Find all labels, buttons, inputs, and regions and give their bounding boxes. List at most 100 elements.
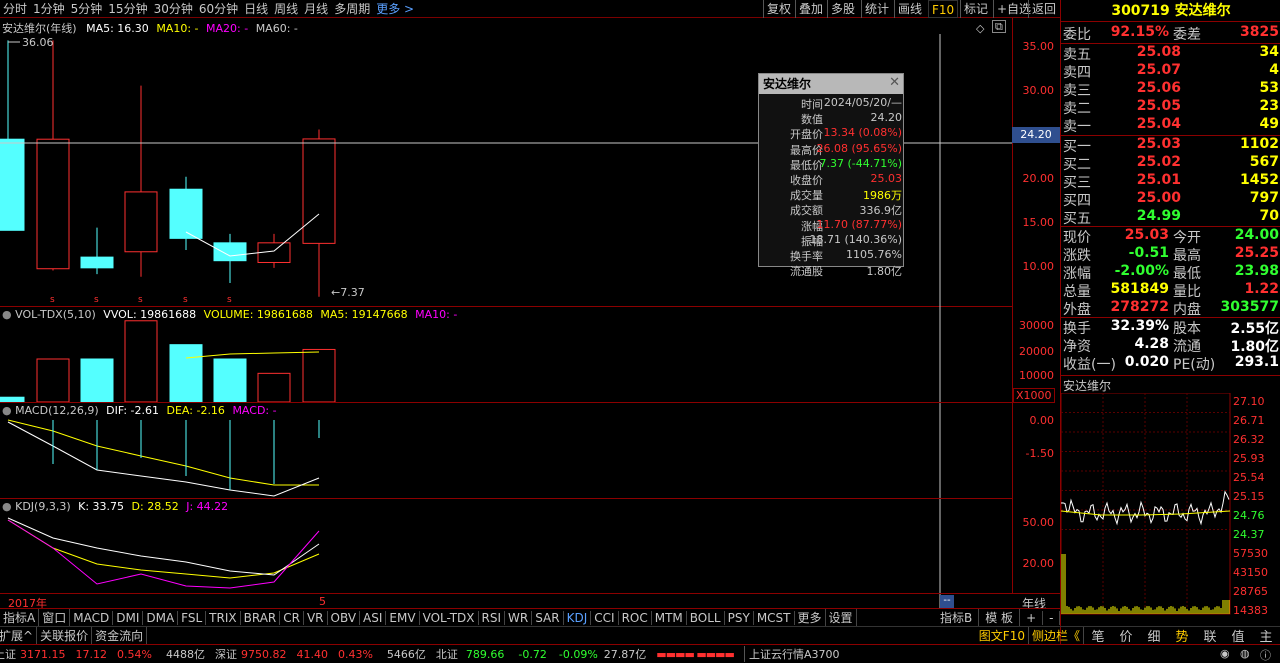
bottom-tab-2[interactable]: 资金流向 <box>92 627 148 644</box>
period-3[interactable]: 15分钟 <box>108 0 147 17</box>
stat-label: 净资 <box>1063 339 1091 355</box>
indicator-tab-23[interactable]: MCST <box>754 610 795 625</box>
settings-dot-icon[interactable]: ● <box>2 500 12 513</box>
d-value: D: 28.52 <box>131 500 179 513</box>
side-tab-1[interactable]: 价 <box>1112 626 1140 645</box>
ask-row[interactable]: 卖三 25.06 53 <box>1061 80 1280 99</box>
indicator-tab-25[interactable]: 设置 <box>826 609 857 626</box>
bottom-tab-0[interactable]: 扩展^ <box>0 627 38 644</box>
indicator-tab-11[interactable]: ASI <box>360 610 387 625</box>
sound-icon[interactable]: ◉ <box>1220 647 1230 660</box>
indicator-tab-9[interactable]: VR <box>304 610 328 625</box>
settings-dot-icon[interactable]: ● <box>2 308 12 321</box>
macd-panel[interactable]: ● MACD(12,26,9) DIF: -2.61 DEA: -2.16 MA… <box>0 403 1012 499</box>
top-button-5[interactable]: F10 <box>928 0 959 18</box>
indicator-tab-19[interactable]: ROC <box>619 610 652 625</box>
macd-title: MACD(12,26,9) <box>15 404 99 417</box>
indicator-tab-16[interactable]: SAR <box>532 610 564 625</box>
period-7[interactable]: 周线 <box>274 0 298 17</box>
stat-label: 收益(一) <box>1063 357 1116 373</box>
indicator-tab-10[interactable]: OBV <box>328 610 361 625</box>
indicator-tab-3[interactable]: DMI <box>113 610 144 625</box>
settings-dot-icon[interactable]: ● <box>2 404 12 417</box>
period-8[interactable]: 月线 <box>304 0 328 17</box>
tooltip-value: 1.80亿 <box>866 265 903 279</box>
top-button-2[interactable]: 多股 <box>827 0 858 18</box>
indicator-tab-12[interactable]: EMV <box>386 610 420 625</box>
top-button-1[interactable]: 叠加 <box>795 0 826 18</box>
side-tab-6[interactable]: 主 <box>1252 626 1280 645</box>
ask-row[interactable]: 卖一 25.04 49 <box>1061 116 1280 135</box>
indicator-tool-1[interactable]: 模 板 <box>979 609 1021 626</box>
ask-label: 卖一 <box>1063 119 1091 135</box>
period-0[interactable]: 分时 <box>3 0 27 17</box>
price-axis: 35.0030.0025.0020.0015.0010.00 <box>1012 18 1060 307</box>
period-9[interactable]: 多周期 <box>334 0 370 17</box>
top-button-4[interactable]: 画线 <box>894 0 925 18</box>
indicator-tab-17[interactable]: KDJ <box>564 610 592 625</box>
indicator-tab-8[interactable]: CR <box>280 610 304 625</box>
f10-graphic-button[interactable]: 图文F10 <box>976 627 1029 644</box>
indicator-tab-13[interactable]: VOL-TDX <box>420 610 479 625</box>
side-tab-0[interactable]: 笔 <box>1084 626 1112 645</box>
indicator-tab-15[interactable]: WR <box>505 610 533 625</box>
sz-label: 深证 <box>214 648 237 661</box>
ask-row[interactable]: 卖四 25.07 4 <box>1061 62 1280 81</box>
period-4[interactable]: 30分钟 <box>154 0 193 17</box>
indicator-tab-6[interactable]: TRIX <box>206 610 241 625</box>
ask-row[interactable]: 卖五 25.08 34 <box>1061 44 1280 63</box>
period-10[interactable]: 更多 > <box>376 0 414 17</box>
indicator-tab-20[interactable]: MTM <box>652 610 687 625</box>
ask-label: 卖四 <box>1063 65 1091 81</box>
close-icon[interactable]: ✕ <box>889 75 900 90</box>
indicator-tab-14[interactable]: RSI <box>479 610 506 625</box>
top-button-3[interactable]: 统计 <box>861 0 892 18</box>
top-button-0[interactable]: 复权 <box>763 0 794 18</box>
bid-price: 25.01 <box>1136 172 1181 188</box>
indicator-tab-5[interactable]: FSL <box>178 610 207 625</box>
period-5[interactable]: 60分钟 <box>199 0 238 17</box>
ask-row[interactable]: 卖二 25.05 23 <box>1061 98 1280 117</box>
tooltip-key: 时间 <box>801 98 823 111</box>
period-2[interactable]: 5分钟 <box>71 0 103 17</box>
period-1[interactable]: 1分钟 <box>33 0 65 17</box>
network-icon[interactable]: ◍ <box>1240 647 1250 660</box>
indicator-tab-2[interactable]: MACD <box>70 610 114 625</box>
indicator-right-tools: 指标B 模 板 + - <box>934 609 1061 626</box>
kdj-legend: ● KDJ(9,3,3) K: 33.75 D: 28.52 J: 44.22 <box>2 500 228 513</box>
tooltip-value: 1105.76% <box>846 248 902 261</box>
indicator-tab-22[interactable]: PSY <box>725 610 754 625</box>
volume-panel[interactable]: ● VOL-TDX(5,10) VVOL: 19861688 VOLUME: 1… <box>0 307 1012 403</box>
indicator-tab-7[interactable]: BRAR <box>241 610 281 625</box>
bid-row[interactable]: 买五 24.99 70 <box>1061 208 1280 227</box>
indicator-tool-3[interactable]: - <box>1043 610 1061 625</box>
info-icon[interactable]: ⓘ <box>1260 647 1271 663</box>
side-tab-3[interactable]: 势 <box>1168 626 1196 645</box>
indicator-tab-4[interactable]: DMA <box>143 610 179 625</box>
bid-row[interactable]: 买一 25.03 1102 <box>1061 136 1280 155</box>
bid-row[interactable]: 买三 25.01 1452 <box>1061 172 1280 191</box>
indicator-tool-0[interactable]: 指标B <box>934 609 980 626</box>
kdj-panel[interactable]: ● KDJ(9,3,3) K: 33.75 D: 28.52 J: 44.22 <box>0 499 1012 593</box>
tooltip-row: 流通股 1.80亿 <box>759 263 905 278</box>
side-tab-2[interactable]: 细 <box>1140 626 1168 645</box>
indicator-tab-21[interactable]: BOLL <box>687 610 725 625</box>
side-tab-4[interactable]: 联 <box>1196 626 1224 645</box>
mini-axis-tick: 26.32 <box>1233 433 1265 446</box>
indicator-tab-0[interactable]: 指标A <box>0 609 40 626</box>
mini-intraday-chart[interactable] <box>1061 393 1231 615</box>
indicator-tab-1[interactable]: 窗口 <box>39 609 71 626</box>
bottom-tab-1[interactable]: 关联报价 <box>37 627 93 644</box>
cloud-ticker[interactable]: 上证云行情A3700 <box>743 646 839 662</box>
sidebar-toggle[interactable]: 侧边栏《 <box>1029 627 1084 644</box>
top-button-6[interactable]: 标记 <box>960 0 991 18</box>
indicator-tab-18[interactable]: CCI <box>591 610 619 625</box>
indicator-tool-2[interactable]: + <box>1020 610 1044 625</box>
top-button-8[interactable]: 返回 <box>1028 0 1059 18</box>
indicator-tab-24[interactable]: 更多 <box>795 609 826 626</box>
bid-qty: 797 <box>1249 190 1279 206</box>
side-tab-5[interactable]: 值 <box>1224 626 1252 645</box>
bid-row[interactable]: 买四 25.00 797 <box>1061 190 1280 209</box>
period-6[interactable]: 日线 <box>244 0 268 17</box>
bid-row[interactable]: 买二 25.02 567 <box>1061 154 1280 173</box>
